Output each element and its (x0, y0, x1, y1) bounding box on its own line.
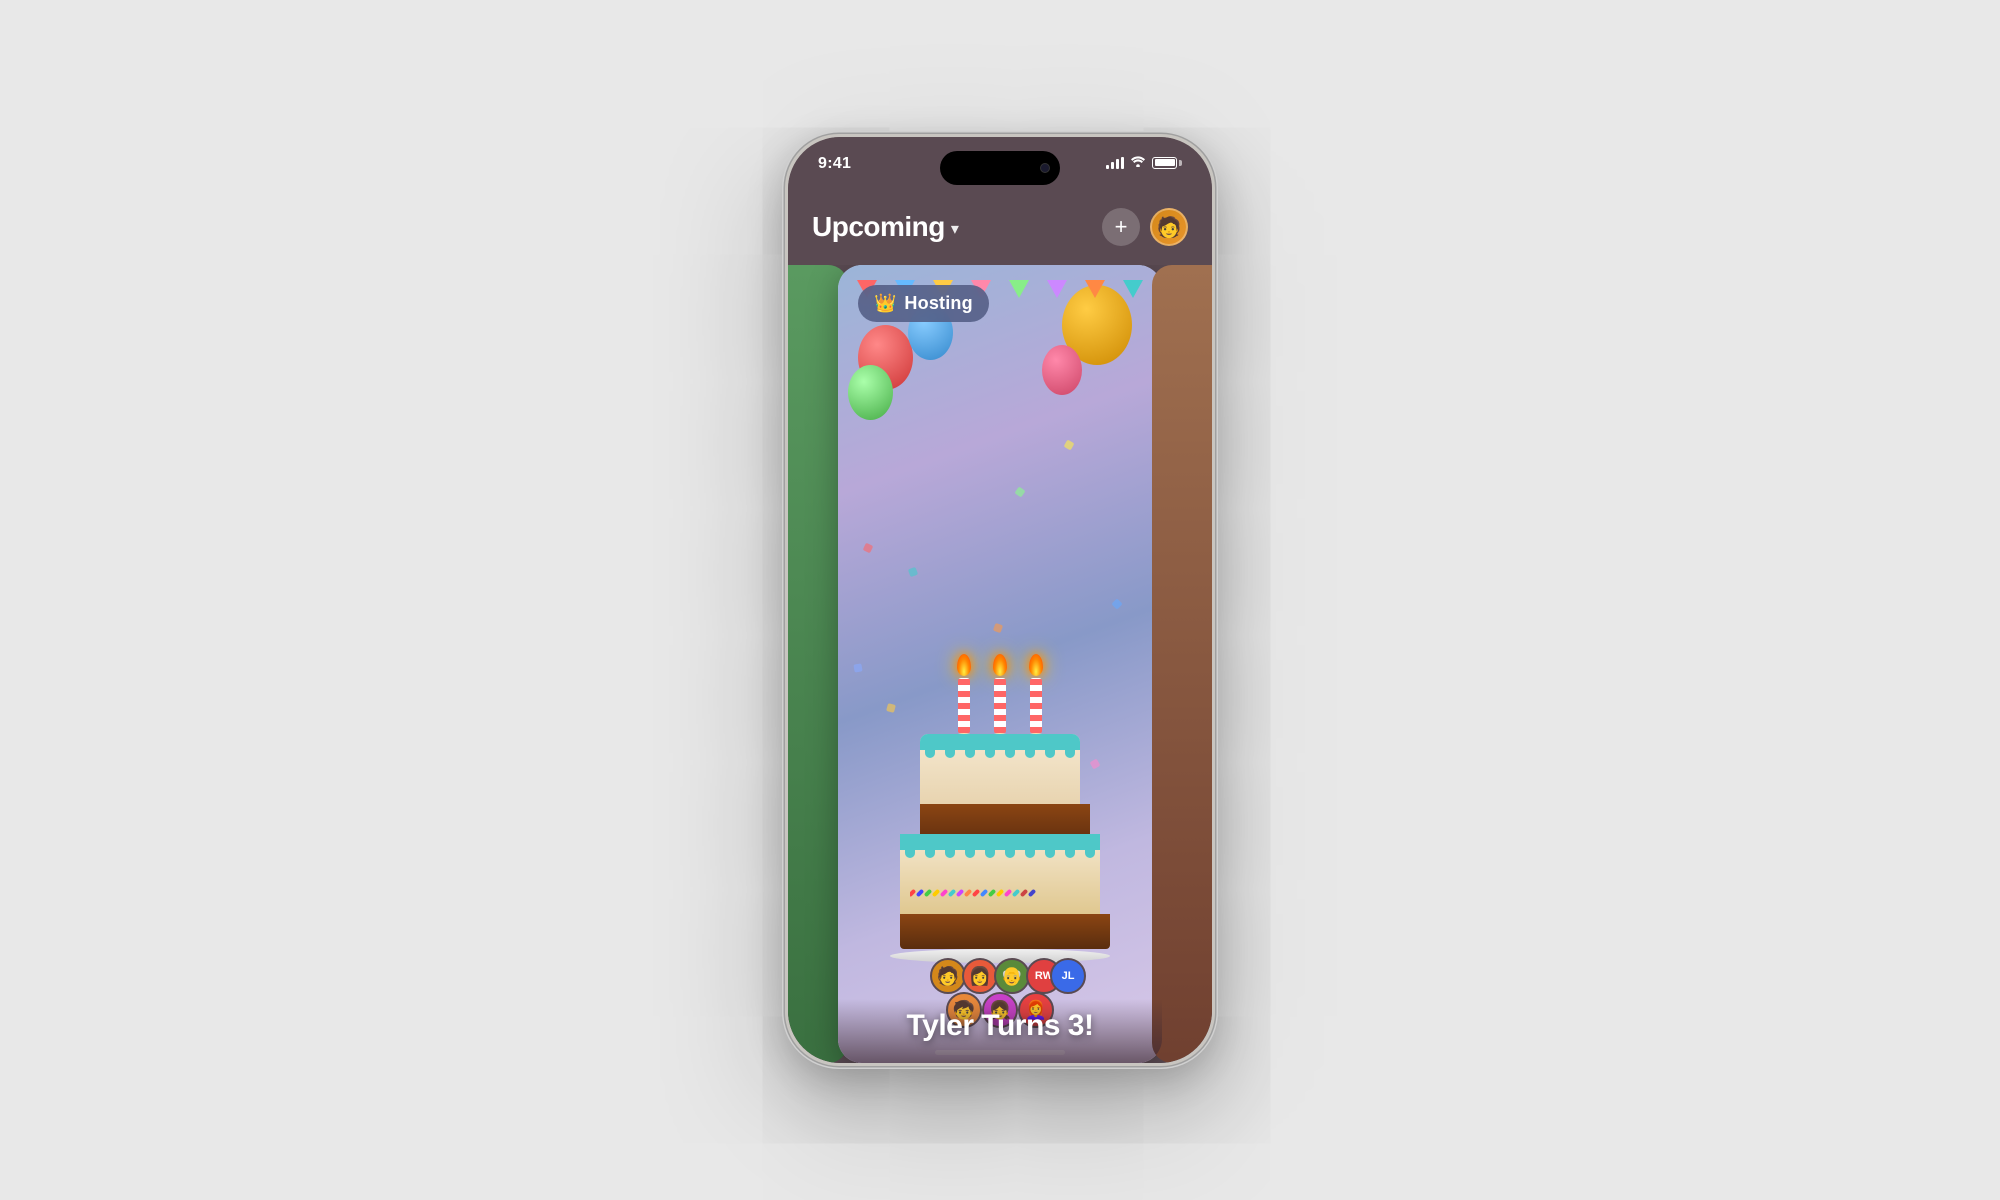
hosting-label: Hosting (904, 293, 972, 314)
iphone-inner: 9:41 (788, 137, 1212, 1063)
status-time: 9:41 (818, 155, 851, 173)
header-title[interactable]: Upcoming ▾ (812, 211, 959, 243)
camera-dot (1040, 163, 1050, 173)
flame-1 (957, 654, 971, 676)
header: Upcoming ▾ + 🧑 (788, 197, 1212, 257)
status-icons (1106, 155, 1182, 170)
user-avatar[interactable]: 🧑 (1150, 208, 1188, 246)
candle-3 (1028, 654, 1044, 739)
sprinkles (910, 889, 1090, 909)
attendee-jl: JL (1050, 958, 1086, 994)
iphone-frame: 9:41 (785, 134, 1215, 1066)
side-card-right[interactable] (1152, 265, 1212, 1063)
battery-icon (1152, 157, 1182, 169)
dynamic-island (940, 151, 1060, 185)
page-title: Upcoming (812, 211, 945, 243)
wifi-icon (1130, 155, 1146, 170)
attendee-1: 🧑 (930, 958, 966, 994)
header-actions: + 🧑 (1102, 208, 1188, 246)
scene: 9:41 (0, 0, 2000, 1200)
birthday-cake (890, 734, 1110, 963)
event-title: Tyler Turns 3! (854, 1009, 1146, 1043)
chevron-down-icon: ▾ (951, 219, 959, 239)
main-card[interactable]: 👑 Hosting (838, 265, 1162, 1063)
attendee-3: 👴 (994, 958, 1030, 994)
balloon-green (848, 365, 893, 420)
crown-icon: 👑 (874, 293, 896, 314)
screen: 9:41 (788, 137, 1212, 1063)
attendee-2: 👩 (962, 958, 998, 994)
signal-icon (1106, 157, 1124, 169)
balloon-pink (1042, 345, 1082, 395)
add-button[interactable]: + (1102, 208, 1140, 246)
candle-1 (956, 654, 972, 739)
hosting-badge: 👑 Hosting (858, 285, 989, 322)
flame-2 (993, 654, 1007, 676)
card-area: 👑 Hosting (788, 265, 1212, 1063)
event-title-area: Tyler Turns 3! (838, 999, 1162, 1063)
flame-3 (1029, 654, 1043, 676)
candles (956, 654, 1044, 739)
candle-2 (992, 654, 1008, 739)
